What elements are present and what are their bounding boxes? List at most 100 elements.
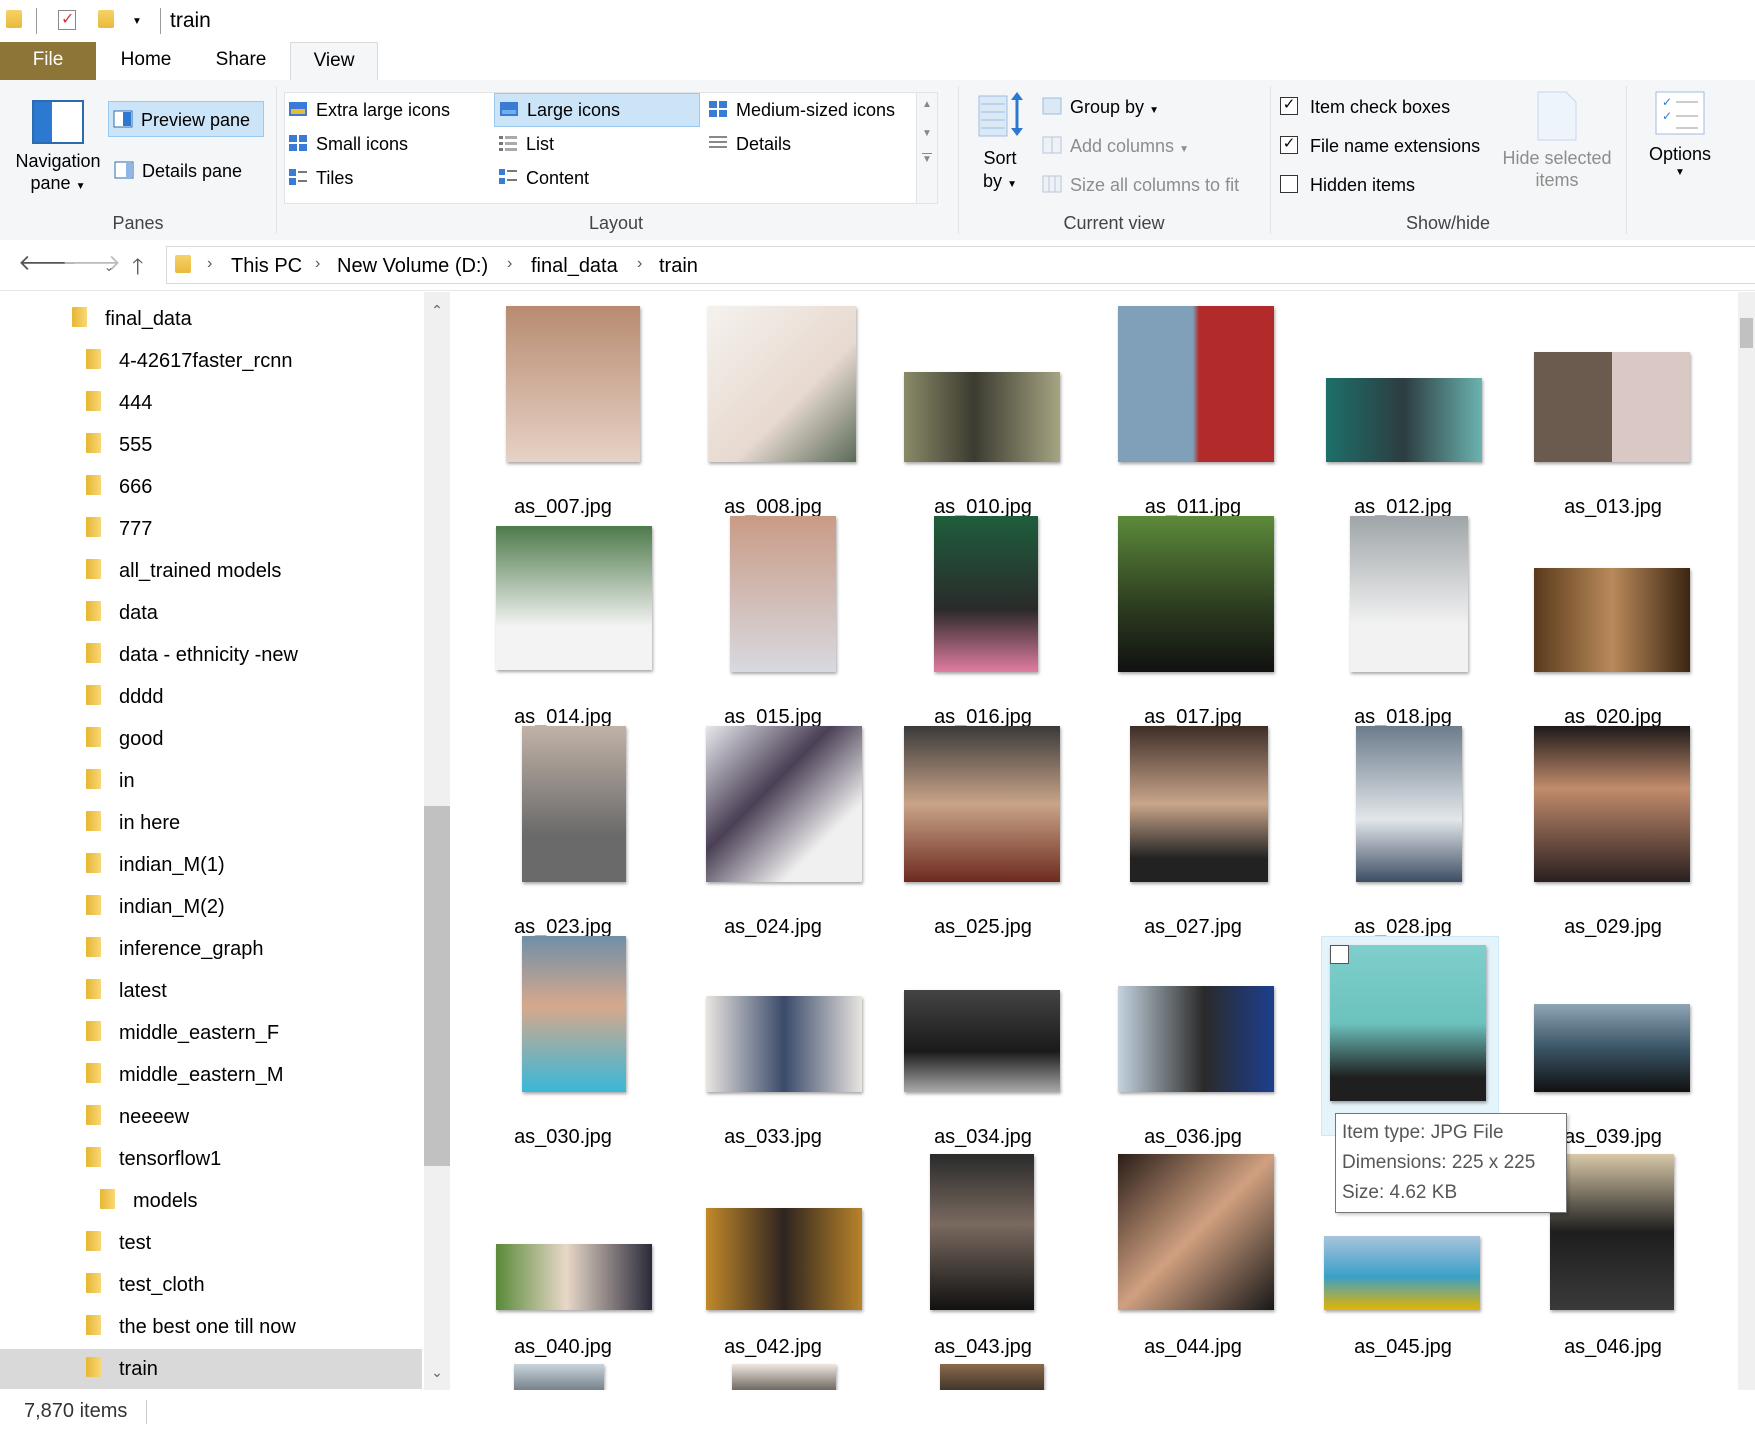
chevron-right-icon[interactable]: ›: [637, 255, 642, 273]
sidebar-item[interactable]: indian_M(1): [86, 845, 225, 885]
sidebar-item[interactable]: models: [100, 1181, 197, 1221]
file-item[interactable]: as_010.jpg: [888, 304, 1078, 518]
sidebar-item[interactable]: data: [86, 593, 158, 633]
gallery-more-icon[interactable]: ▼: [922, 153, 932, 165]
up-arrow-icon[interactable]: 🡑: [132, 250, 143, 288]
file-item[interactable]: as_039.jpg: [1518, 934, 1708, 1148]
tab-home[interactable]: Home: [96, 42, 196, 80]
breadcrumb-final-data[interactable]: final_data: [531, 255, 618, 278]
file-item[interactable]: as_024.jpg: [678, 724, 868, 938]
details-option[interactable]: Details: [708, 129, 791, 159]
item-check-boxes-checkbox[interactable]: ✓: [1280, 97, 1298, 116]
sidebar-item[interactable]: dddd: [86, 677, 164, 717]
breadcrumb-train[interactable]: train: [659, 255, 698, 278]
file-item[interactable]: as_007.jpg: [468, 304, 658, 518]
sidebar-item[interactable]: inference_graph: [86, 929, 264, 969]
file-item[interactable]: as_015.jpg: [678, 514, 868, 728]
scroll-up-icon[interactable]: ▲: [917, 99, 937, 110]
layout-gallery-scroll[interactable]: ▲ ▼ ▼: [916, 92, 938, 204]
file-item[interactable]: as_044.jpg: [1098, 1144, 1288, 1358]
preview-pane-button[interactable]: Preview pane: [108, 101, 264, 137]
file-item[interactable]: as_008.jpg: [678, 304, 868, 518]
file-item[interactable]: as_029.jpg: [1518, 724, 1708, 938]
sidebar-item-train[interactable]: train: [0, 1349, 422, 1389]
sidebar-item[interactable]: 4-42617faster_rcnn: [86, 341, 292, 381]
file-name-extensions-checkbox[interactable]: ✓: [1280, 136, 1298, 155]
file-item[interactable]: as_017.jpg: [1098, 514, 1288, 728]
file-item[interactable]: as_023.jpg: [468, 724, 658, 938]
tiles-option[interactable]: Tiles: [288, 163, 353, 193]
breadcrumb-this-pc[interactable]: This PC: [231, 255, 302, 278]
tab-file[interactable]: File: [0, 42, 96, 80]
file-item[interactable]: as_016.jpg: [888, 514, 1078, 728]
size-columns-button[interactable]: Size all columns to fit: [1042, 170, 1239, 200]
sidebar-item[interactable]: data - ethnicity -new: [86, 635, 298, 675]
group-by-button[interactable]: Group by ▼: [1042, 92, 1159, 122]
chevron-right-icon[interactable]: ›: [507, 255, 512, 273]
file-item[interactable]: as_014.jpg: [468, 514, 658, 728]
small-icons-option[interactable]: Small icons: [288, 129, 408, 159]
sidebar-scrollbar-thumb[interactable]: [424, 806, 450, 1166]
file-item[interactable]: as_043.jpg: [888, 1144, 1078, 1358]
new-folder-icon[interactable]: [98, 10, 114, 28]
file-name-extensions-toggle[interactable]: ✓ File name extensions: [1280, 131, 1480, 161]
sidebar-item[interactable]: indian_M(2): [86, 887, 225, 927]
properties-icon[interactable]: [58, 9, 76, 30]
item-check-boxes-toggle[interactable]: ✓ Item check boxes: [1280, 92, 1450, 122]
customize-toolbar-icon[interactable]: ▼: [132, 16, 142, 27]
item-checkbox[interactable]: [1330, 945, 1349, 964]
recent-locations-icon[interactable]: ⌄: [104, 260, 114, 274]
sidebar-item[interactable]: in: [86, 761, 135, 801]
sidebar-item[interactable]: test: [86, 1223, 151, 1263]
sidebar-item[interactable]: middle_eastern_M: [86, 1055, 284, 1095]
sort-by-button[interactable]: Sort by ▼: [962, 86, 1038, 206]
sidebar-item[interactable]: 666: [86, 467, 152, 507]
navigation-pane-button[interactable]: Navigation pane ▼: [8, 88, 108, 208]
sidebar-item-final-data[interactable]: final_data: [72, 299, 424, 339]
medium-icons-option[interactable]: Medium-sized icons: [708, 95, 895, 125]
list-option[interactable]: List: [498, 129, 554, 159]
large-icons-option[interactable]: Large icons: [494, 93, 700, 127]
sidebar-item[interactable]: good: [86, 719, 164, 759]
sidebar-item[interactable]: in here: [86, 803, 180, 843]
file-item[interactable]: as_030.jpg: [468, 934, 658, 1148]
chevron-right-icon[interactable]: ›: [207, 255, 212, 273]
sidebar-item[interactable]: all_trained models: [86, 551, 281, 591]
details-pane-button[interactable]: Details pane: [114, 156, 242, 186]
file-item[interactable]: as_013.jpg: [1518, 304, 1708, 518]
file-item[interactable]: as_036.jpg: [1098, 934, 1288, 1148]
content-scrollbar[interactable]: [1738, 292, 1755, 1390]
address-bar[interactable]: › This PC › New Volume (D:) › final_data…: [166, 246, 1755, 284]
content-scrollbar-thumb[interactable]: [1740, 318, 1753, 348]
file-item[interactable]: as_012.jpg: [1308, 304, 1498, 518]
tab-view[interactable]: View: [290, 42, 378, 82]
image-thumbnail[interactable]: [732, 1364, 836, 1390]
scroll-down-icon[interactable]: ⌄: [424, 1364, 450, 1381]
sidebar-item[interactable]: middle_eastern_F: [86, 1013, 279, 1053]
sidebar-item[interactable]: 555: [86, 425, 152, 465]
chevron-right-icon[interactable]: ›: [315, 255, 320, 273]
hide-selected-items-button[interactable]: Hide selected items: [1492, 90, 1622, 191]
sidebar-item[interactable]: 777: [86, 509, 152, 549]
scroll-down-icon[interactable]: ▼: [917, 128, 937, 139]
sidebar-item[interactable]: neeeew: [86, 1097, 189, 1137]
sidebar-item[interactable]: tensorflow1: [86, 1139, 221, 1179]
file-item[interactable]: as_025.jpg: [888, 724, 1078, 938]
file-item[interactable]: as_011.jpg: [1098, 304, 1288, 518]
hidden-items-toggle[interactable]: Hidden items: [1280, 170, 1415, 200]
file-item-hovered[interactable]: [1321, 936, 1499, 1136]
tab-share[interactable]: Share: [196, 42, 286, 80]
add-columns-button[interactable]: Add columns ▼: [1042, 131, 1189, 161]
file-item[interactable]: as_033.jpg: [678, 934, 868, 1148]
scroll-up-icon[interactable]: ⌃: [424, 302, 450, 319]
sidebar-item[interactable]: the best one till now: [86, 1307, 296, 1347]
file-item[interactable]: as_028.jpg: [1308, 724, 1498, 938]
file-item[interactable]: as_018.jpg: [1308, 514, 1498, 728]
options-button[interactable]: ✓ ✓ Options ▼: [1630, 90, 1730, 178]
file-item[interactable]: as_034.jpg: [888, 934, 1078, 1148]
content-option[interactable]: Content: [498, 163, 589, 193]
image-thumbnail[interactable]: [940, 1364, 1044, 1390]
file-item[interactable]: as_020.jpg: [1518, 514, 1708, 728]
file-item[interactable]: as_027.jpg: [1098, 724, 1288, 938]
sidebar-item[interactable]: test_cloth: [86, 1265, 205, 1305]
